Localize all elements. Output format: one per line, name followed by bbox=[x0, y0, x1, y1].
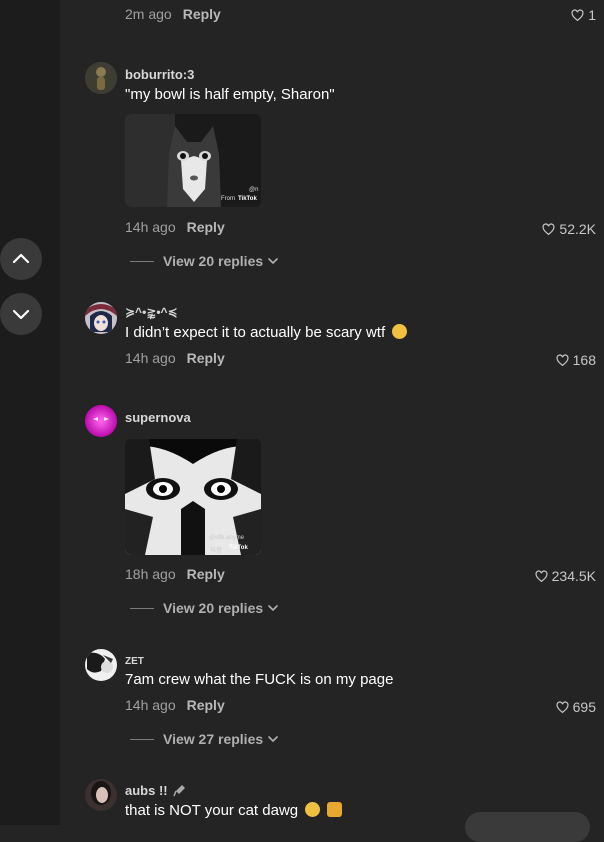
reply-button[interactable]: Reply bbox=[187, 350, 225, 366]
scroll-down-button[interactable] bbox=[0, 293, 42, 335]
reply-button[interactable]: Reply bbox=[183, 6, 221, 22]
comment-image[interactable]: From TikTok @n bbox=[125, 114, 261, 207]
reply-button[interactable]: Reply bbox=[187, 219, 225, 235]
comment-time: 2m ago bbox=[125, 6, 172, 22]
avatar-image bbox=[85, 649, 117, 681]
comment-text: I didn’t expect it to actually be scary … bbox=[125, 324, 408, 341]
comment-username[interactable]: aubs !! bbox=[125, 783, 187, 798]
comment-text: "my bowl is half empty, Sharon" bbox=[125, 86, 335, 103]
comment-text: that is NOT your cat dawg bbox=[125, 802, 343, 819]
scared-face-emoji-icon bbox=[305, 802, 321, 817]
reply-button[interactable]: Reply bbox=[187, 697, 225, 713]
comment-meta: 14h ago Reply bbox=[125, 219, 225, 235]
avatar[interactable] bbox=[85, 779, 117, 811]
left-rail bbox=[0, 0, 60, 825]
media-watermark-from: From bbox=[221, 196, 235, 202]
like-count: 234.5K bbox=[551, 568, 596, 584]
media-watermark-account: @idfk.anyme bbox=[209, 535, 245, 541]
chevron-down-icon bbox=[12, 309, 30, 320]
microphone-icon bbox=[173, 785, 186, 797]
reply-button[interactable]: Reply bbox=[187, 566, 225, 582]
comment-username[interactable]: boburrito:3 bbox=[125, 67, 194, 82]
comment-text: 7am crew what the FUCK is on my page bbox=[125, 671, 394, 688]
heart-icon bbox=[556, 353, 569, 366]
cat-photo bbox=[125, 114, 261, 207]
comment-username-label: aubs !! bbox=[125, 783, 168, 798]
view-replies-label: View 20 replies bbox=[163, 600, 264, 616]
praying-hands-emoji-icon bbox=[327, 802, 343, 817]
like-count: 695 bbox=[572, 699, 596, 715]
comment-meta: 14h ago Reply bbox=[125, 697, 225, 713]
heart-icon bbox=[571, 8, 584, 21]
like-button[interactable]: 234.5K bbox=[535, 568, 596, 584]
divider bbox=[130, 607, 154, 609]
avatar[interactable] bbox=[85, 62, 117, 94]
like-button[interactable]: 1 bbox=[571, 7, 596, 23]
like-button[interactable]: 168 bbox=[556, 352, 596, 368]
heart-icon bbox=[542, 222, 555, 235]
avatar-image bbox=[85, 302, 117, 334]
comment-time: 14h ago bbox=[125, 697, 176, 713]
comment-image[interactable]: @idfk.anyme 抖音 TikTok bbox=[125, 439, 261, 555]
chevron-up-icon bbox=[12, 253, 30, 264]
avatar[interactable] bbox=[85, 649, 117, 681]
media-watermark-prefix: 抖音 bbox=[210, 548, 223, 554]
comment-time: 18h ago bbox=[125, 566, 176, 582]
scroll-up-button[interactable] bbox=[0, 238, 42, 280]
media-watermark-brand: TikTok bbox=[229, 545, 248, 551]
heart-icon bbox=[535, 569, 548, 582]
view-replies-label: View 20 replies bbox=[163, 253, 264, 269]
view-replies-label: View 27 replies bbox=[163, 731, 264, 747]
comment-meta: 18h ago Reply bbox=[125, 566, 225, 582]
comment-username[interactable]: ≽^•⪊•^≼ bbox=[125, 305, 178, 319]
view-replies-button[interactable]: View 20 replies bbox=[130, 253, 278, 269]
comment-time: 14h ago bbox=[125, 350, 176, 366]
media-watermark-account: @n bbox=[249, 187, 259, 193]
media-watermark-brand: TikTok bbox=[238, 196, 257, 202]
comment-meta: 14h ago Reply bbox=[125, 350, 225, 366]
like-count: 1 bbox=[588, 7, 596, 23]
avatar-image bbox=[85, 779, 117, 811]
chevron-down-icon bbox=[268, 258, 278, 265]
chevron-down-icon bbox=[268, 605, 278, 612]
like-count: 168 bbox=[572, 352, 596, 368]
chevron-down-icon bbox=[268, 736, 278, 743]
comment-username[interactable]: supernova bbox=[125, 410, 191, 425]
view-replies-button[interactable]: View 27 replies bbox=[130, 731, 278, 747]
like-count: 52.2K bbox=[559, 221, 596, 237]
divider bbox=[130, 260, 154, 262]
avatar[interactable] bbox=[85, 405, 117, 437]
avatar[interactable] bbox=[85, 302, 117, 334]
comment-time: 14h ago bbox=[125, 219, 176, 235]
reply-input-pill[interactable] bbox=[465, 812, 590, 842]
scared-face-emoji-icon bbox=[392, 324, 408, 339]
comment-text-content: I didn’t expect it to actually be scary … bbox=[125, 324, 386, 341]
like-button[interactable]: 695 bbox=[556, 699, 596, 715]
comment-meta: 2m ago Reply bbox=[125, 6, 221, 22]
view-replies-button[interactable]: View 20 replies bbox=[130, 600, 278, 616]
avatar-image bbox=[85, 405, 117, 437]
comment-text-content: that is NOT your cat dawg bbox=[125, 802, 299, 819]
comment-username[interactable]: ZET bbox=[125, 656, 144, 667]
divider bbox=[130, 738, 154, 740]
heart-icon bbox=[556, 700, 569, 713]
like-button[interactable]: 52.2K bbox=[542, 221, 596, 237]
avatar-image bbox=[85, 62, 117, 94]
